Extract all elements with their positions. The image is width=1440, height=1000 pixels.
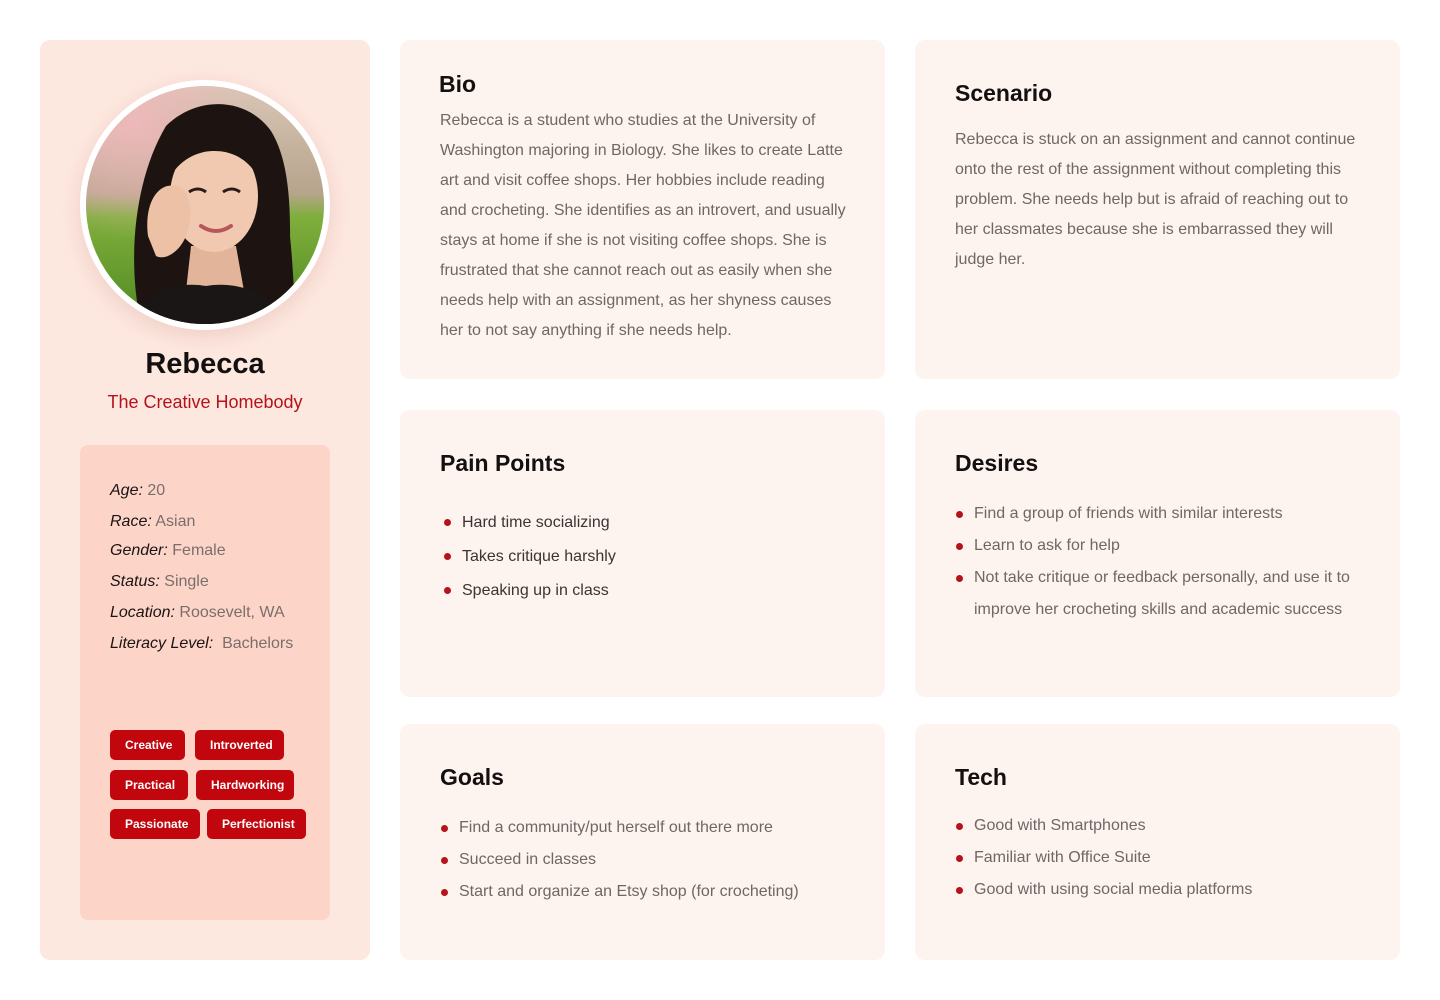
list-item: Good with using social media platforms: [955, 874, 1375, 906]
desires-card: Desires Find a group of friends with sim…: [915, 410, 1400, 697]
trait-tag: Passionate: [110, 809, 200, 839]
tech-card: Tech Good with Smartphones Familiar with…: [915, 724, 1400, 960]
list-item: Find a community/put herself out there m…: [440, 812, 860, 844]
trait-tag: Perfectionist: [207, 809, 306, 839]
list-item: Learn to ask for help: [955, 530, 1375, 562]
pain-points-title: Pain Points: [440, 450, 566, 476]
persona-tagline: The Creative Homebody: [107, 392, 303, 412]
info-status: Status: Single: [110, 573, 209, 590]
bio-text: Rebecca is a student who studies at the …: [440, 112, 846, 339]
scenario-text: Rebecca is stuck on an assignment and ca…: [955, 131, 1356, 268]
list-item: Succeed in classes: [440, 844, 860, 876]
bio-title: Bio: [439, 71, 477, 97]
goals-card: Goals Find a community/put herself out t…: [400, 724, 885, 960]
pain-points-card: Pain Points Hard time socializing Takes …: [400, 410, 885, 697]
trait-tag: Creative: [110, 730, 185, 760]
desires-list: Find a group of friends with similar int…: [955, 498, 1375, 626]
trait-tag: Practical: [110, 770, 188, 800]
list-item: Not take critique or feedback personally…: [955, 562, 1375, 626]
info-gender: Gender: Female: [110, 542, 226, 559]
tech-title: Tech: [955, 764, 1007, 790]
persona-name: Rebecca: [145, 348, 265, 380]
scenario-card: Scenario Rebecca is stuck on an assignme…: [915, 40, 1400, 379]
info-literacy-level: Literacy Level: Bachelors: [110, 635, 294, 652]
goals-title: Goals: [440, 764, 504, 790]
info-race: Race: Asian: [110, 513, 196, 530]
pain-points-list: Hard time socializing Takes critique har…: [443, 506, 863, 608]
bio-card: Bio Rebecca is a student who studies at …: [400, 40, 885, 379]
info-location: Location: Roosevelt, WA: [110, 604, 285, 621]
scenario-title: Scenario: [955, 80, 1053, 106]
list-item: Start and organize an Etsy shop (for cro…: [440, 876, 860, 908]
goals-list: Find a community/put herself out there m…: [440, 812, 860, 908]
avatar: [86, 86, 324, 324]
list-item: Speaking up in class: [443, 574, 863, 608]
list-item: Good with Smartphones: [955, 810, 1375, 842]
profile-card: Rebecca The Creative Homebody Age: 20 Ra…: [40, 40, 370, 960]
info-age: Age: 20: [110, 482, 166, 499]
list-item: Takes critique harshly: [443, 540, 863, 574]
list-item: Familiar with Office Suite: [955, 842, 1375, 874]
list-item: Hard time socializing: [443, 506, 863, 540]
list-item: Find a group of friends with similar int…: [955, 498, 1375, 530]
demographics-box: Age: 20 Race: Asian Gender: Female Statu…: [80, 445, 330, 920]
trait-tag: Introverted: [195, 730, 284, 760]
tech-list: Good with Smartphones Familiar with Offi…: [955, 810, 1375, 906]
trait-tag: Hardworking: [196, 770, 294, 800]
desires-title: Desires: [955, 450, 1039, 476]
avatar-frame: [80, 80, 330, 330]
